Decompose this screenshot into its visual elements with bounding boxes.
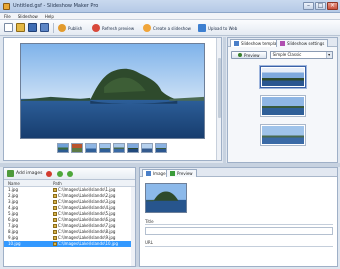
- list-item-selected[interactable]: 10.jpg C:\Images\Lake\Islands\10.jpg: [4, 241, 135, 247]
- thumbnail[interactable]: [155, 143, 167, 153]
- image-file-icon: [53, 236, 57, 240]
- column-name[interactable]: Name: [8, 181, 20, 186]
- thumbnail[interactable]: [127, 143, 139, 153]
- image-file-icon: [53, 188, 57, 192]
- preview-image: [20, 43, 205, 139]
- refresh-label: Refresh preview: [102, 25, 135, 31]
- image-properties-panel: Image Preview Title URL: [139, 167, 338, 267]
- tab-settings-label: Slideshow settings: [287, 41, 325, 46]
- template-select[interactable]: Simple Classic ▾: [269, 51, 333, 59]
- thumbnail[interactable]: [85, 143, 97, 153]
- refresh-icon: [92, 24, 100, 32]
- title-input[interactable]: [145, 227, 333, 235]
- image-file-icon: [53, 230, 57, 234]
- selected-image-photo: [146, 184, 186, 212]
- templates-icon: [234, 41, 239, 46]
- move-down-icon[interactable]: [67, 171, 73, 177]
- template-list: [248, 66, 318, 153]
- image-list-rows: 1.jpg C:\Images\Lake\Islands\1.jpg 2.jpg C…: [4, 187, 135, 247]
- template-select-value: Simple Classic: [272, 52, 302, 57]
- preview-icon: [170, 171, 175, 176]
- thumbnail[interactable]: [141, 143, 153, 153]
- url-field[interactable]: [145, 246, 333, 247]
- preview-row: Preview Simple Classic ▾: [231, 51, 333, 59]
- create-icon: [143, 24, 151, 32]
- toolbar-separator: [53, 23, 54, 33]
- image-file-icon: [53, 242, 57, 246]
- menu-file[interactable]: File: [4, 13, 11, 19]
- thumbnail[interactable]: [99, 143, 111, 153]
- thumbnail-strip: [57, 143, 167, 153]
- image-file-icon: [53, 212, 57, 216]
- create-slideshow-button[interactable]: Create a slideshow: [143, 23, 191, 33]
- new-icon[interactable]: [4, 23, 13, 32]
- image-list-header: Name Path: [4, 180, 135, 187]
- template-item[interactable]: [260, 95, 306, 117]
- settings-icon: [280, 41, 285, 46]
- image-file-icon: [53, 218, 57, 222]
- preview-scrollbar[interactable]: [216, 38, 221, 160]
- add-images-button[interactable]: Add images: [7, 170, 43, 177]
- thumbnail[interactable]: [71, 143, 83, 153]
- template-item[interactable]: [260, 124, 306, 146]
- properties-tabbar: Image Preview: [140, 168, 337, 177]
- add-images-icon: [7, 170, 14, 177]
- image-path: C:\Images\Lake\Islands\10.jpg: [58, 241, 118, 246]
- menu-help[interactable]: Help: [45, 13, 54, 19]
- remove-icon[interactable]: [46, 171, 52, 177]
- template-item[interactable]: [260, 66, 306, 88]
- image-list-scrollbar[interactable]: [131, 187, 135, 266]
- preview-button[interactable]: Preview: [231, 51, 267, 59]
- image-name: 10.jpg: [8, 241, 21, 246]
- image-icon: [146, 171, 151, 176]
- upload-label: Upload to Web: [208, 25, 238, 31]
- image-file-icon: [53, 194, 57, 198]
- selected-image-thumbnail: [145, 183, 187, 213]
- templates-tabbar: Slideshow templates Slideshow settings: [228, 38, 337, 47]
- upload-icon: [198, 24, 206, 32]
- menu-slideshow[interactable]: Slideshow: [18, 13, 38, 19]
- window-controls: – □ ×: [303, 2, 338, 10]
- preview-button-label: Preview: [244, 52, 260, 58]
- thumbnail[interactable]: [113, 143, 125, 153]
- app-icon: [3, 3, 10, 10]
- image-file-icon: [53, 224, 57, 228]
- preview-panel: [3, 37, 222, 161]
- menu-bar: File Slideshow Help: [0, 13, 340, 20]
- thumbnail[interactable]: [57, 143, 69, 153]
- close-button[interactable]: ×: [327, 2, 338, 10]
- save-as-icon[interactable]: [40, 23, 49, 32]
- publish-icon: [58, 24, 66, 32]
- maximize-button[interactable]: □: [315, 2, 326, 10]
- chevron-down-icon[interactable]: ▾: [325, 52, 332, 58]
- tab-preview-label: Preview: [177, 171, 193, 176]
- tab-image-label: Image: [153, 171, 166, 176]
- column-path[interactable]: Path: [53, 181, 62, 186]
- image-file-icon: [53, 206, 57, 210]
- vertical-splitter[interactable]: [223, 37, 226, 163]
- open-icon[interactable]: [16, 23, 25, 32]
- save-icon[interactable]: [28, 23, 37, 32]
- tab-preview[interactable]: Preview: [166, 169, 197, 177]
- upload-button[interactable]: Upload to Web: [198, 23, 237, 33]
- publish-label: Publish: [68, 25, 83, 31]
- main-toolbar: Publish Refresh preview Create a slidesh…: [0, 20, 340, 36]
- refresh-preview-button[interactable]: Refresh preview: [92, 23, 134, 33]
- templates-panel: Slideshow templates Slideshow settings P…: [227, 37, 338, 163]
- url-label: URL: [145, 240, 153, 245]
- window-title: Untitled.gsf - Slideshow Maker Pro: [13, 3, 99, 9]
- move-up-icon[interactable]: [57, 171, 63, 177]
- preview-photo: [21, 44, 204, 138]
- tab-slideshow-settings[interactable]: Slideshow settings: [276, 39, 329, 47]
- play-icon: [238, 53, 242, 57]
- image-file-icon: [53, 200, 57, 204]
- image-list-toolbar: Add images: [4, 168, 135, 180]
- add-images-label: Add images: [16, 171, 43, 176]
- title-bar: Untitled.gsf - Slideshow Maker Pro – □ ×: [0, 0, 340, 13]
- image-list-panel: Add images Name Path 1.jpg C:\Images\Lake…: [3, 167, 136, 267]
- create-label: Create a slideshow: [153, 25, 191, 31]
- minimize-button[interactable]: –: [303, 2, 314, 10]
- publish-button[interactable]: Publish: [58, 23, 82, 33]
- title-field[interactable]: [145, 224, 333, 225]
